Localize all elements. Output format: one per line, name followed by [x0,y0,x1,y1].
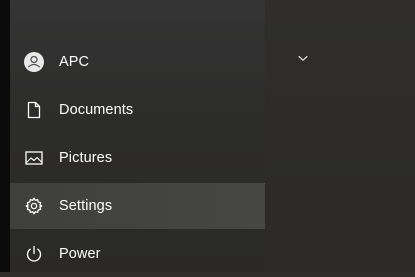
start-menu-left-pane: APC Documents Pictures Settings Power [10,0,265,272]
user-account-label: APC [59,54,90,70]
gear-icon [23,195,45,217]
document-icon [23,99,45,121]
left-screen-edge [0,0,10,272]
user-avatar-icon [23,51,45,73]
documents-label: Documents [59,102,134,118]
start-menu-power[interactable]: Power [10,231,265,277]
start-menu-user-account[interactable]: APC [10,39,265,85]
start-tiles-area [265,0,415,272]
power-label: Power [59,246,101,262]
power-icon [23,243,45,265]
pictures-icon [23,147,45,169]
start-menu-settings[interactable]: Settings [10,183,265,229]
start-menu-documents[interactable]: Documents [10,87,265,133]
pictures-label: Pictures [59,150,113,166]
settings-label: Settings [59,198,113,214]
chevron-down-icon[interactable] [296,52,310,64]
start-menu-pictures[interactable]: Pictures [10,135,265,181]
